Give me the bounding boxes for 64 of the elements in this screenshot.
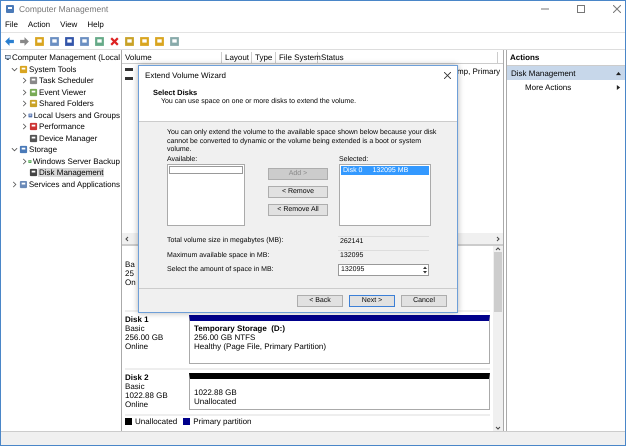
disk-type: Ba [125, 260, 135, 269]
window-title: Computer Management [19, 4, 110, 14]
tree-item[interactable]: Services and Applications [28, 180, 121, 189]
tree-item[interactable]: Disk Management [38, 168, 104, 178]
partition-info: 1022.88 GB [194, 388, 238, 397]
partition-info: Healthy (Page File, Primary Partition) [194, 342, 328, 351]
tree-item[interactable]: Windows Server Backup [32, 156, 121, 166]
chevron-right-icon[interactable] [21, 158, 28, 165]
chevron-down-icon[interactable] [11, 66, 18, 73]
column-header[interactable]: Type [252, 52, 276, 63]
column-header[interactable]: Layout [222, 52, 252, 63]
tree-item[interactable]: Task Scheduler [38, 76, 95, 86]
scroll-down-icon[interactable] [495, 425, 501, 431]
tree-item[interactable]: Performance [38, 122, 86, 132]
tree-item[interactable]: Storage [28, 145, 58, 154]
forward-arrow-icon[interactable] [19, 36, 30, 46]
partition-block[interactable]: Temporary Storage (D:) 256.00 GB NTFS Healthy (Page File, Primary Partition) [189, 315, 490, 364]
collapse-icon [616, 70, 621, 76]
disk-type: Basic [125, 324, 145, 333]
legend-label: Primary partition [193, 417, 252, 426]
menu-item[interactable]: Action [28, 20, 50, 29]
available-list[interactable] [167, 164, 245, 226]
partition-info: 256.00 GB NTFS [194, 333, 256, 342]
dialog-title: Extend Volume Wizard [145, 70, 226, 80]
disk-name: Disk 1 [125, 315, 149, 324]
disk-type: Basic [125, 382, 145, 391]
toolbar-icon[interactable] [49, 36, 60, 46]
maximize-icon[interactable] [577, 5, 585, 13]
tree-item[interactable]: Shared Folders [38, 99, 95, 108]
menu-item[interactable]: Help [87, 20, 104, 29]
tree-item[interactable]: Local Users and Groups [32, 110, 121, 120]
tree-item[interactable]: Event Viewer [38, 88, 87, 97]
spinner-icon[interactable] [422, 264, 428, 275]
disk-status: Online [125, 400, 148, 409]
toolbar-icon[interactable] [64, 36, 75, 46]
tree-item[interactable]: Computer Management (Local [10, 53, 121, 62]
action-group-header[interactable]: Disk Management [507, 66, 625, 80]
partition-block[interactable]: 1022.88 GB Unallocated [189, 373, 490, 410]
disk-name: Disk 2 [125, 373, 149, 382]
column-header[interactable]: Volume [122, 52, 222, 63]
scroll-up-icon[interactable] [495, 246, 501, 252]
action-item[interactable]: More Actions [507, 80, 625, 94]
tree-item[interactable]: System Tools [28, 64, 78, 74]
scroll-left-icon[interactable] [124, 236, 130, 242]
back-arrow-icon[interactable] [4, 36, 15, 46]
submenu-arrow-icon [616, 84, 621, 90]
disk-status: On [125, 278, 136, 287]
partition-info: Unallocated [194, 397, 238, 406]
tree-item[interactable]: Device Manager [38, 134, 98, 143]
toolbar-icon[interactable] [79, 36, 90, 46]
disk-status: Online [125, 342, 148, 351]
legend-label: Unallocated [135, 417, 178, 426]
disk-size: 256.00 GB [125, 333, 164, 342]
chevron-right-icon[interactable] [11, 180, 18, 188]
chevron-down-icon[interactable] [11, 146, 18, 154]
disk-size: 25 [125, 269, 134, 278]
column-header[interactable]: File System [276, 52, 318, 63]
disk-size: 1022.88 GB [125, 391, 168, 400]
close-icon[interactable] [444, 72, 451, 78]
menu-item[interactable]: File [5, 20, 18, 29]
scrollbar-thumb[interactable] [494, 252, 502, 312]
menu-item[interactable]: View [60, 20, 78, 29]
scroll-right-icon[interactable] [495, 236, 501, 242]
partition-title: Temporary Storage (D:) [194, 324, 286, 333]
